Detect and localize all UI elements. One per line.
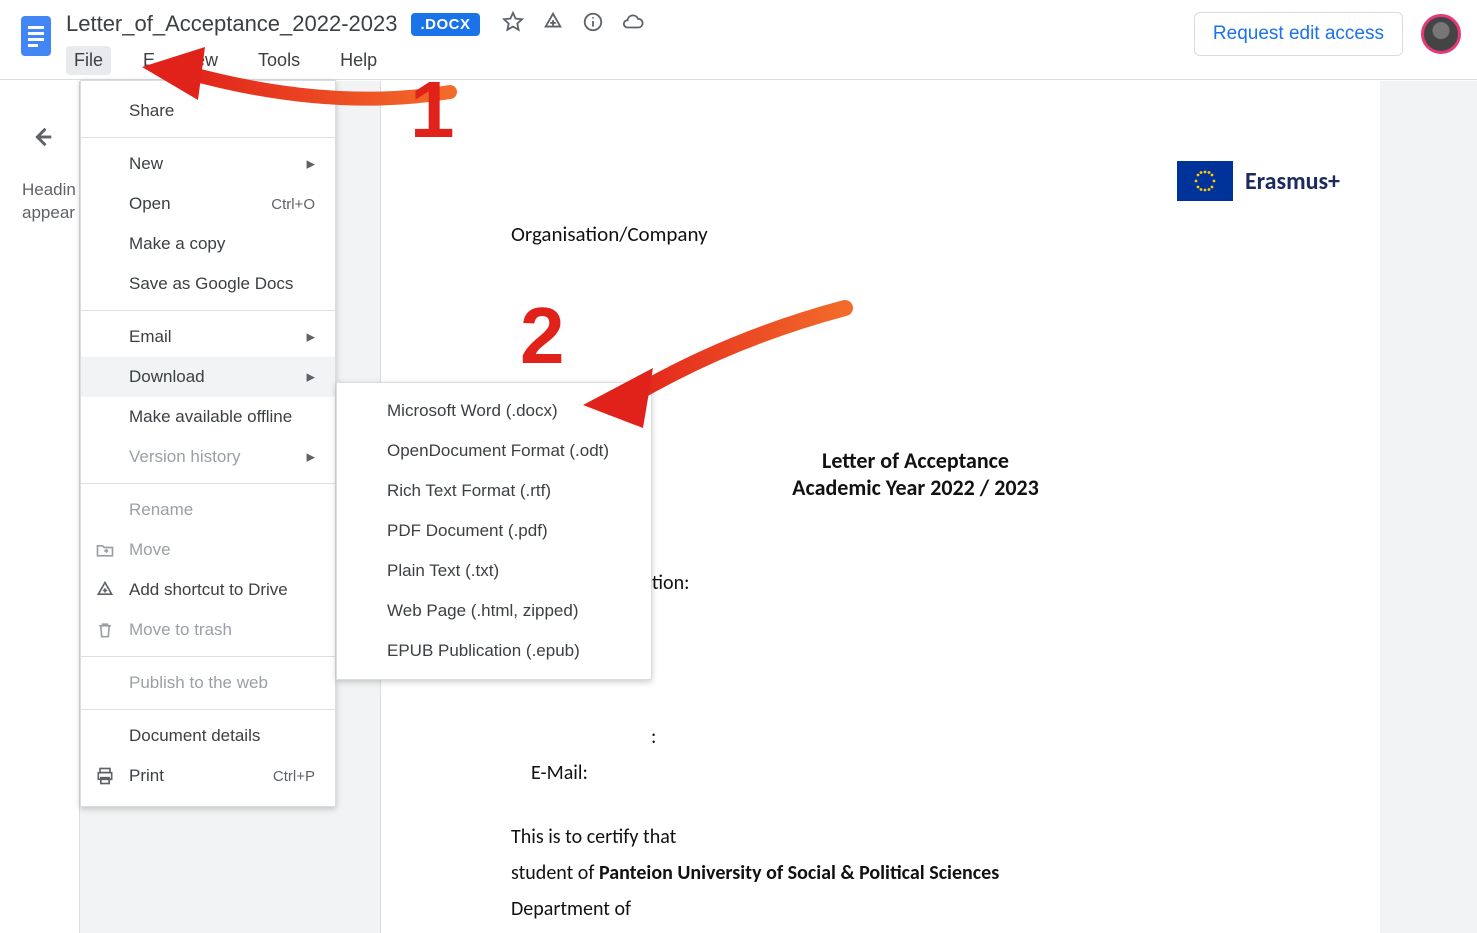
doc-university: Panteion University of Social & Politica…	[599, 861, 999, 885]
docs-app-icon[interactable]	[16, 10, 56, 62]
doc-email-label: E-Mail:	[531, 761, 1320, 785]
file-menu-print[interactable]: PrintCtrl+P	[81, 756, 335, 796]
trash-icon	[95, 620, 115, 640]
download-docx[interactable]: Microsoft Word (.docx)	[337, 391, 651, 431]
doc-certify: This is to certify that	[511, 825, 1320, 849]
folder-move-icon	[95, 540, 115, 560]
menu-view[interactable]: ew	[187, 46, 226, 75]
file-menu-offline[interactable]: Make available offline	[81, 397, 335, 437]
doc-contact-colon: :	[651, 725, 1320, 749]
chevron-right-icon: ▸	[306, 367, 315, 387]
file-menu-trash: Move to trash	[81, 610, 335, 650]
chevron-right-icon: ▸	[306, 327, 315, 347]
doc-student-of: student of	[511, 861, 599, 885]
file-menu-dropdown: Share New▸ OpenCtrl+O Make a copy Save a…	[80, 80, 336, 807]
file-menu-share[interactable]: Share	[81, 91, 335, 131]
chevron-right-icon: ▸	[306, 447, 315, 467]
file-menu-version[interactable]: Version history▸	[81, 437, 335, 477]
download-epub[interactable]: EPUB Publication (.epub)	[337, 631, 651, 671]
download-pdf[interactable]: PDF Document (.pdf)	[337, 511, 651, 551]
print-icon	[95, 766, 115, 786]
doc-org-label: Organisation/Company	[511, 221, 1320, 247]
file-menu-make-copy[interactable]: Make a copy	[81, 224, 335, 264]
erasmus-logo-text: Erasmus+	[1245, 167, 1340, 196]
chevron-right-icon: ▸	[306, 154, 315, 174]
doc-receiving: Organisation:	[581, 571, 1320, 595]
file-menu-rename: Rename	[81, 490, 335, 530]
file-menu-publish: Publish to the web	[81, 663, 335, 703]
doc-department: Department of	[511, 897, 1320, 921]
file-menu-add-shortcut[interactable]: Add shortcut to Drive	[81, 570, 335, 610]
file-menu-open[interactable]: OpenCtrl+O	[81, 184, 335, 224]
menu-file[interactable]: File	[66, 46, 111, 75]
file-menu-save-as[interactable]: Save as Google Docs	[81, 264, 335, 304]
docx-badge: .DOCX	[411, 13, 479, 36]
outline-hint-text: Headin appear	[22, 179, 76, 225]
star-icon[interactable]	[502, 11, 524, 38]
back-arrow-icon[interactable]	[28, 123, 56, 156]
request-edit-button[interactable]: Request edit access	[1194, 12, 1403, 56]
menu-bar: File E ew Tools Help	[66, 42, 644, 75]
download-html[interactable]: Web Page (.html, zipped)	[337, 591, 651, 631]
menu-help[interactable]: Help	[332, 46, 385, 75]
add-shortcut-icon	[95, 580, 115, 600]
file-menu-new[interactable]: New▸	[81, 144, 335, 184]
add-to-drive-icon[interactable]	[542, 11, 564, 38]
download-odt[interactable]: OpenDocument Format (.odt)	[337, 431, 651, 471]
menu-edit[interactable]: E	[135, 46, 163, 75]
cloud-status-icon[interactable]	[622, 11, 644, 38]
download-rtf[interactable]: Rich Text Format (.rtf)	[337, 471, 651, 511]
document-title[interactable]: Letter_of_Acceptance_2022-2023	[66, 11, 397, 37]
avatar[interactable]	[1421, 14, 1461, 54]
download-submenu: Microsoft Word (.docx) OpenDocument Form…	[336, 382, 652, 680]
info-icon[interactable]	[582, 11, 604, 38]
file-menu-details[interactable]: Document details	[81, 716, 335, 756]
file-menu-move: Move	[81, 530, 335, 570]
eu-flag-icon	[1177, 161, 1233, 201]
file-menu-email[interactable]: Email▸	[81, 317, 335, 357]
download-txt[interactable]: Plain Text (.txt)	[337, 551, 651, 591]
file-menu-download[interactable]: Download▸	[81, 357, 335, 397]
menu-tools[interactable]: Tools	[250, 46, 308, 75]
